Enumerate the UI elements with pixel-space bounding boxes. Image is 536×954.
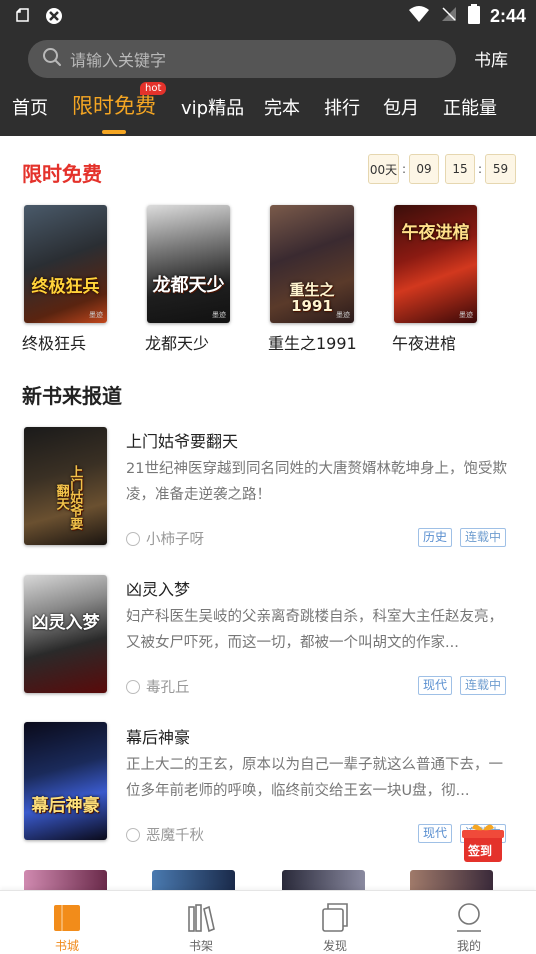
book-description: 21世纪神医穿越到同名同姓的大唐赘婿林乾坤身上，饱受欺凌，准备走逆袭之路！ [126, 461, 507, 503]
active-tab-indicator [102, 130, 126, 134]
book-cover[interactable]: 幕后神豪 [24, 722, 107, 840]
search-placeholder: 请输入关键字 [70, 51, 167, 70]
sync-icon [44, 6, 64, 30]
book-description: 正上大二的王玄，原本以为自己一辈子就这么普通下去，一位多年前老师的呼唤，临终前交… [126, 757, 503, 799]
free-book-name[interactable]: 午夜进棺 [392, 330, 456, 354]
book-cover[interactable] [282, 870, 365, 892]
book-author: 毒孔丘 [126, 676, 190, 697]
author-icon [126, 679, 140, 694]
discover-icon [322, 903, 348, 932]
tab-vip[interactable]: vip精品 [181, 94, 244, 120]
genre-tag: 现代 [418, 676, 453, 695]
book-title[interactable]: 凶灵入梦 [126, 576, 190, 600]
bottom-navigation: 书城 书架 发现 我的 [0, 890, 536, 954]
author-icon [126, 531, 140, 546]
nav-discover[interactable]: 发现 [268, 891, 402, 954]
header: 请输入关键字 书库 首页 限时免费 hot vip精品 完本 排行 包月 正能量 [0, 32, 536, 136]
new-books-title: 新书来报道 [22, 384, 122, 408]
tab-ranking[interactable]: 排行 [324, 94, 360, 120]
author-icon [126, 827, 140, 842]
free-book-name[interactable]: 终极狂兵 [22, 330, 86, 354]
book-cover[interactable] [410, 870, 493, 892]
tab-completed[interactable]: 完本 [264, 94, 300, 120]
library-button[interactable]: 书库 [474, 46, 508, 71]
sign-in-button[interactable]: 签到 [460, 822, 506, 864]
profile-icon [457, 903, 481, 932]
tab-monthly[interactable]: 包月 [383, 94, 419, 120]
notification-icon [14, 6, 32, 30]
countdown-days: 00天 [368, 154, 399, 184]
nav-profile[interactable]: 我的 [402, 891, 536, 954]
status-bar: 2:44 [0, 0, 536, 32]
book-cover[interactable] [24, 870, 107, 892]
book-city-icon [54, 905, 80, 931]
battery-icon [467, 4, 480, 28]
book-description: 妇产科医生吴岐的父亲离奇跳楼自杀，科室大主任赵友亮，又被女尸吓死，而这一切，都被… [126, 609, 503, 651]
no-signal-icon [440, 5, 458, 27]
book-cover[interactable] [152, 870, 235, 892]
wifi-icon [408, 5, 430, 27]
nav-book-city[interactable]: 书城 [0, 891, 134, 954]
book-cover[interactable]: 终极狂兵 墨迹 [24, 205, 107, 323]
free-book-name[interactable]: 重生之1991 [268, 330, 357, 354]
genre-tag: 现代 [418, 824, 453, 843]
category-tabs: 首页 限时免费 hot vip精品 完本 排行 包月 正能量 [0, 82, 536, 136]
sign-in-label: 签到 [468, 844, 493, 858]
book-cover[interactable]: 上门姑爷要翻天 [24, 427, 107, 545]
limited-free-title: 限时免费 [22, 162, 102, 186]
book-title[interactable]: 上门姑爷要翻天 [126, 428, 238, 452]
book-title[interactable]: 幕后神豪 [126, 724, 190, 748]
countdown-seconds: 59 [485, 154, 516, 184]
book-author: 小柿子呀 [126, 528, 204, 549]
status-tag: 连载中 [460, 676, 507, 695]
book-author: 恶魔千秋 [126, 824, 204, 845]
search-input[interactable]: 请输入关键字 [28, 40, 456, 78]
free-book-name[interactable]: 龙都天少 [145, 330, 209, 354]
tab-home[interactable]: 首页 [12, 94, 48, 120]
book-cover[interactable]: 重生之1991 墨迹 [270, 205, 354, 323]
status-tag: 连载中 [460, 528, 507, 547]
book-cover[interactable]: 龙都天少 墨迹 [147, 205, 230, 323]
countdown-timer: 00天 : 09 15 : 59 [368, 154, 516, 184]
bookshelf-icon [188, 904, 215, 933]
countdown-minutes: 15 [445, 154, 475, 184]
tab-positive-energy[interactable]: 正能量 [443, 94, 497, 120]
book-cover[interactable]: 午夜进棺 墨迹 [394, 205, 477, 323]
hot-badge: hot [140, 82, 167, 95]
nav-bookshelf[interactable]: 书架 [134, 891, 268, 954]
status-time: 2:44 [489, 5, 526, 26]
book-cover[interactable]: 凶灵入梦 [24, 575, 107, 693]
countdown-hours: 09 [409, 154, 439, 184]
genre-tag: 历史 [418, 528, 453, 547]
search-icon [42, 47, 62, 71]
